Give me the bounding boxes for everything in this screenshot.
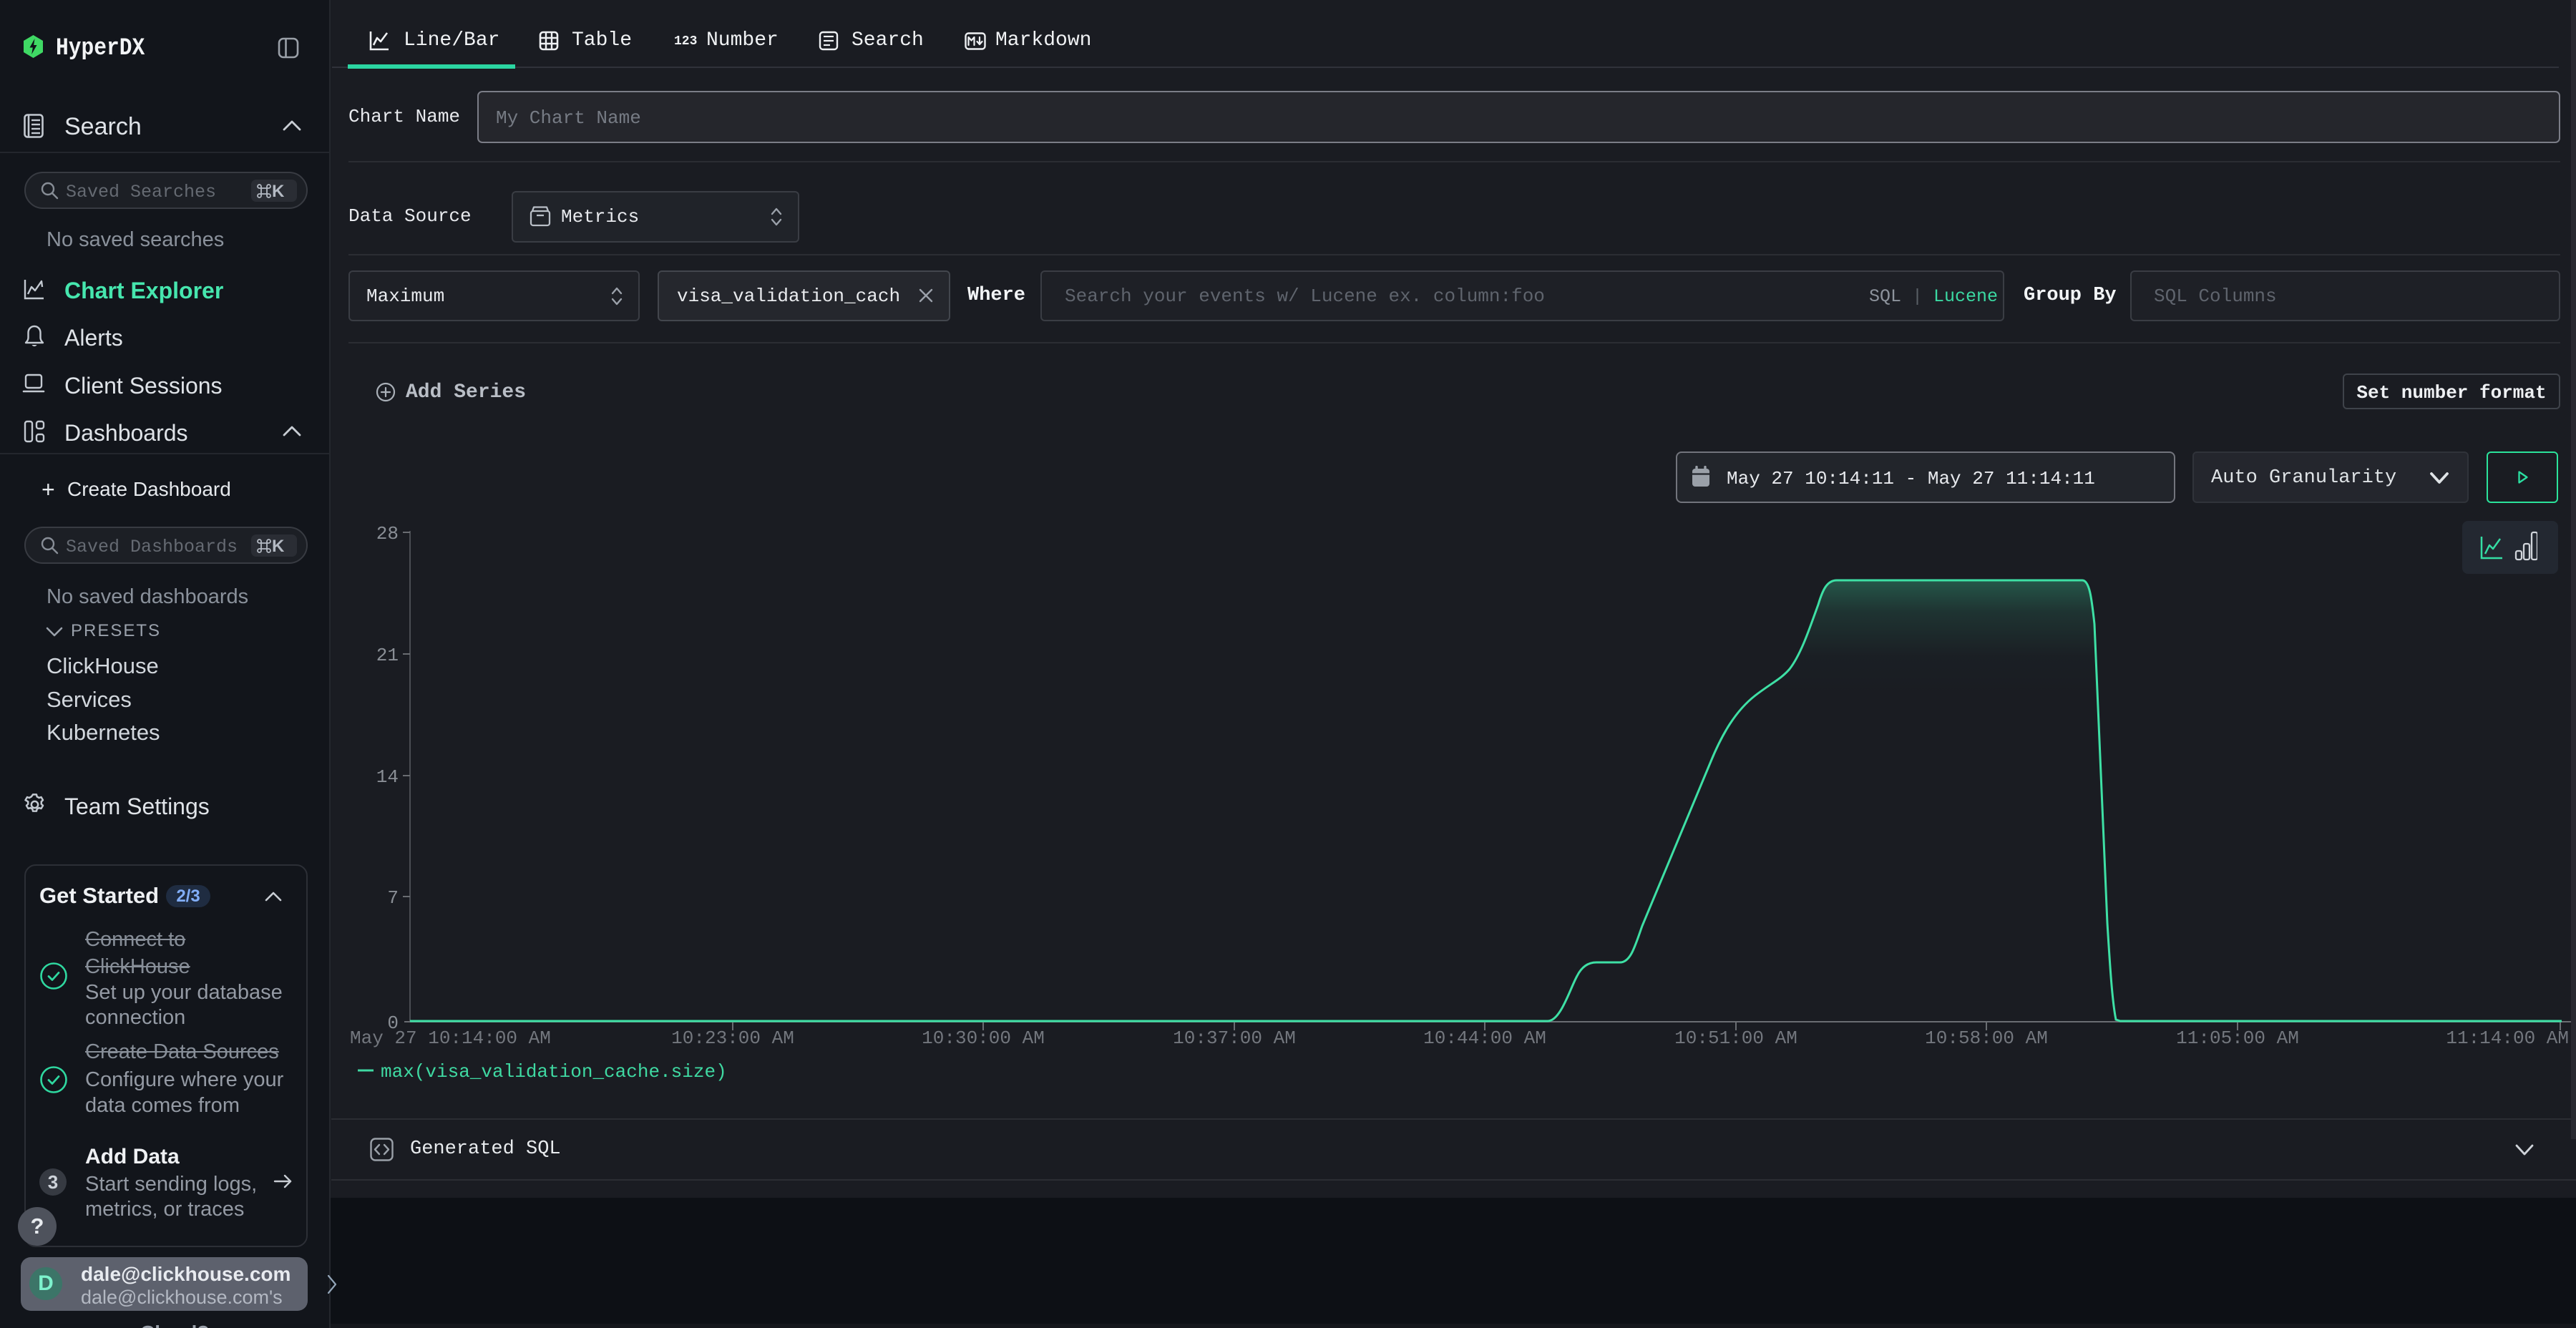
svg-text:May 27 10:14:00 AM: May 27 10:14:00 AM — [350, 1027, 551, 1049]
svg-text:10:58:00 AM: 10:58:00 AM — [1925, 1027, 2048, 1049]
svg-text:10:44:00 AM: 10:44:00 AM — [1423, 1027, 1546, 1049]
svg-text:14: 14 — [376, 766, 399, 788]
svg-text:7: 7 — [387, 887, 399, 909]
svg-text:21: 21 — [376, 645, 399, 666]
svg-text:11:14:00 AM: 11:14:00 AM — [2446, 1027, 2569, 1049]
svg-text:10:51:00 AM: 10:51:00 AM — [1674, 1027, 1797, 1049]
svg-text:max(visa_validation_cache.size: max(visa_validation_cache.size) — [381, 1061, 727, 1083]
svg-text:10:30:00 AM: 10:30:00 AM — [922, 1027, 1045, 1049]
svg-text:10:23:00 AM: 10:23:00 AM — [671, 1027, 794, 1049]
svg-text:28: 28 — [376, 523, 399, 545]
svg-text:11:05:00 AM: 11:05:00 AM — [2176, 1027, 2299, 1049]
svg-text:10:37:00 AM: 10:37:00 AM — [1173, 1027, 1296, 1049]
